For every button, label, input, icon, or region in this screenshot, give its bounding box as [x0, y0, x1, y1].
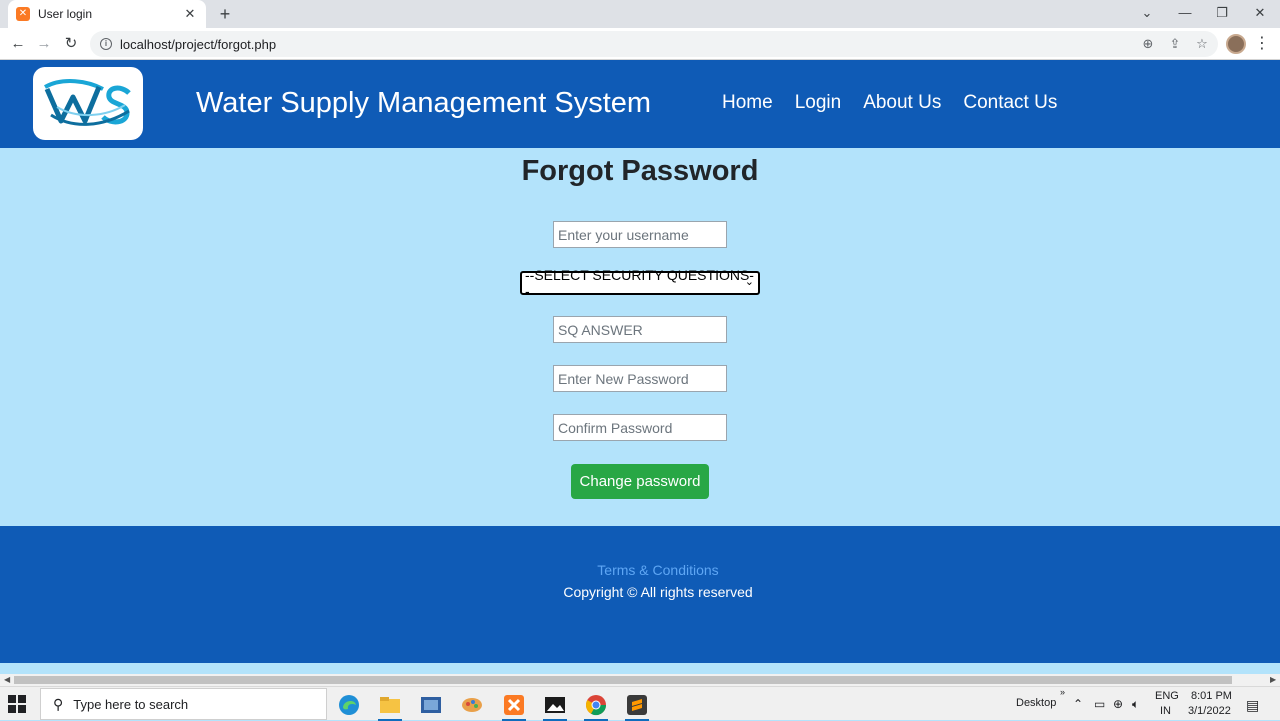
site-title: Water Supply Management System: [196, 87, 652, 119]
security-answer-input[interactable]: [553, 316, 727, 343]
taskbar-search[interactable]: ⚲ Type here to search: [40, 688, 327, 720]
horizontal-scrollbar[interactable]: ◀ ▶: [0, 674, 1280, 686]
language-region[interactable]: IN: [1160, 705, 1171, 717]
chevrons-right-icon[interactable]: »: [1060, 687, 1065, 697]
paint-app-icon[interactable]: [452, 689, 492, 721]
language-code[interactable]: ENG: [1155, 690, 1179, 702]
file-explorer-icon[interactable]: [370, 689, 410, 721]
profile-avatar[interactable]: [1226, 34, 1246, 54]
address-bar[interactable]: i localhost/project/forgot.php ⊕ ⇪ ☆: [90, 31, 1218, 57]
new-password-input[interactable]: [553, 365, 727, 392]
chrome-icon[interactable]: [576, 689, 616, 721]
browser-menu-icon[interactable]: ⋮: [1252, 32, 1272, 56]
minimize-icon[interactable]: —: [1166, 0, 1204, 28]
forgot-password-section: Forgot Password --SELECT SECURITY QUESTI…: [0, 148, 1280, 526]
copyright-text: Copyright © All rights reserved: [563, 584, 753, 600]
browser-tabstrip: ✕ User login ✕ + ⌄ — ❐ ✕: [0, 0, 1280, 28]
back-icon[interactable]: ←: [6, 32, 30, 56]
username-input[interactable]: [553, 221, 727, 248]
main-nav: Home Login About Us Contact Us: [722, 92, 1057, 114]
notifications-icon[interactable]: ▤: [1246, 697, 1259, 714]
browser-toolbar: ← → ↻ i localhost/project/forgot.php ⊕ ⇪…: [0, 28, 1280, 60]
site-header: Water Supply Management System Home Logi…: [0, 60, 1280, 148]
reload-icon[interactable]: ↻: [59, 32, 83, 56]
network-globe-icon[interactable]: ⊕: [1113, 697, 1123, 711]
new-tab-button[interactable]: +: [214, 3, 236, 25]
windows-taskbar: ⚲ Type here to search Desktop » ⌃ ▭ ⊕ 🔈︎…: [0, 686, 1280, 721]
browser-tab[interactable]: ✕ User login ✕: [8, 0, 206, 28]
taskbar-search-placeholder: Type here to search: [73, 696, 189, 712]
nav-home[interactable]: Home: [722, 92, 773, 114]
page-title: Forgot Password: [521, 155, 759, 187]
windows-start-icon[interactable]: [8, 695, 26, 713]
chevron-down-icon: ⌄: [744, 276, 754, 288]
ws-logo-icon[interactable]: [33, 67, 143, 140]
zoom-icon[interactable]: ⊕: [1135, 31, 1161, 57]
chevron-up-icon[interactable]: ⌃: [1073, 697, 1083, 711]
confirm-password-input[interactable]: [553, 414, 727, 441]
clock-time[interactable]: 8:01 PM: [1191, 690, 1232, 702]
photo-viewer-icon[interactable]: [535, 689, 575, 721]
xampp-icon[interactable]: [494, 689, 534, 721]
change-password-button[interactable]: Change password: [571, 464, 709, 499]
scroll-right-icon[interactable]: ▶: [1270, 674, 1276, 686]
close-window-icon[interactable]: ✕: [1241, 0, 1279, 28]
scrollbar-thumb[interactable]: [14, 676, 1232, 684]
nav-contact-us[interactable]: Contact Us: [963, 92, 1057, 114]
restore-icon[interactable]: ❐: [1203, 0, 1241, 28]
edge-icon[interactable]: [329, 689, 369, 721]
url-text: localhost/project/forgot.php: [120, 36, 277, 52]
scroll-left-icon[interactable]: ◀: [4, 674, 10, 686]
bookmark-star-icon[interactable]: ☆: [1189, 31, 1215, 57]
site-info-icon[interactable]: i: [100, 38, 112, 50]
tab-search-icon[interactable]: ⌄: [1128, 0, 1166, 28]
tab-title: User login: [38, 7, 93, 21]
close-tab-icon[interactable]: ✕: [182, 6, 198, 22]
security-question-select[interactable]: --SELECT SECURITY QUESTIONS-- ⌄: [520, 267, 760, 299]
clock-date[interactable]: 3/1/2022: [1188, 705, 1231, 717]
nav-about-us[interactable]: About Us: [863, 92, 941, 114]
share-icon[interactable]: ⇪: [1162, 31, 1188, 57]
volume-icon[interactable]: 🔈︎: [1132, 697, 1139, 712]
sublime-text-icon[interactable]: [617, 689, 657, 721]
desktop-toolbar-label[interactable]: Desktop: [1016, 697, 1056, 709]
battery-icon[interactable]: ▭: [1094, 697, 1105, 711]
xampp-icon: ✕: [16, 7, 30, 21]
forward-icon[interactable]: →: [32, 32, 56, 56]
terms-link[interactable]: Terms & Conditions: [0, 562, 1280, 578]
security-question-selected: --SELECT SECURITY QUESTIONS--: [525, 267, 754, 299]
nav-login[interactable]: Login: [795, 92, 842, 114]
site-footer: Terms & Conditions Copyright © All right…: [0, 526, 1280, 663]
photos-app-icon[interactable]: [411, 689, 451, 721]
search-icon: ⚲: [53, 695, 64, 712]
